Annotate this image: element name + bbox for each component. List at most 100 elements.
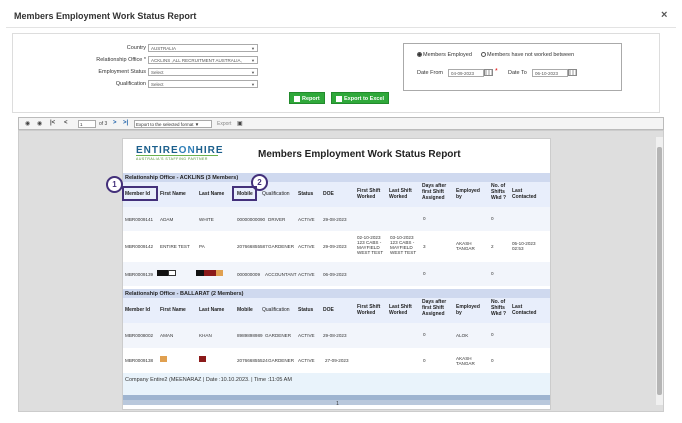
cell-qualification: DRIVER	[268, 217, 286, 222]
cell-mobile: 000000009	[237, 272, 260, 277]
scrollbar-thumb[interactable]	[657, 147, 662, 395]
relationship-office-select[interactable]: ACKLINS ,ALL RECRUITMENT AUSTRALIA, ▼	[148, 56, 258, 64]
prev-page-icon[interactable]: <	[64, 120, 68, 126]
col-employed-by: Employed by	[456, 304, 480, 316]
cell-first-shift: 02-10-2023 123 CABS - MAYFIELD WEST TEST	[357, 235, 384, 255]
cell-status: ACTIVE	[298, 244, 315, 249]
col-status: Status	[298, 191, 314, 197]
col-employed-by: Employed by	[456, 188, 480, 200]
cell-member-id: MBR0009138	[125, 358, 154, 363]
col-last-name: Last Name	[199, 307, 225, 313]
cell-member-id: MBR0008002	[125, 333, 154, 338]
cell-first-name: ENTIRE TEST	[160, 244, 190, 249]
cell-last-name: KHAN	[199, 333, 212, 338]
table-row: MBR0008002 AMAN KHAN 8989898989 GARDENER…	[123, 323, 550, 348]
report-title: Members Employment Work Status Report	[258, 149, 461, 160]
col-mobile: Mobile	[237, 307, 253, 313]
logo-underline	[136, 155, 218, 156]
cell-first-name: AMAN	[160, 333, 174, 338]
cell-doe: 29-08-2023	[323, 217, 347, 222]
cell-qualification: GARDENER	[268, 244, 295, 249]
col-last-contacted: Last Contacted	[512, 188, 537, 200]
cell-qualification: ACCOUNTANT	[265, 272, 297, 277]
print-icon[interactable]: ▣	[237, 120, 243, 127]
report-footer: Company Entire2 (MEENARAZ | Date :10.10.…	[123, 373, 550, 395]
cell-days-after: 0	[423, 358, 426, 363]
country-select[interactable]: AUSTRALIA ▼	[148, 44, 258, 52]
page-footer: 1	[123, 395, 550, 407]
col-days-after: Days after first Shift Assigned	[422, 299, 447, 317]
footer-bar	[123, 395, 550, 400]
col-status: Status	[298, 307, 314, 313]
employment-status-select[interactable]: Select ▼	[148, 68, 258, 76]
annotation-highlight-mobile	[232, 186, 257, 201]
col-days-after: Days after first Shift Assigned	[422, 183, 447, 201]
calendar-icon[interactable]	[568, 69, 577, 76]
page-count: of 3	[99, 121, 108, 127]
cell-doe: 29-08-2023	[323, 333, 347, 338]
export-link[interactable]: Export	[217, 121, 231, 127]
export-format-select[interactable]: Export to the selected format ▼	[134, 120, 212, 128]
country-label: Country	[126, 45, 146, 51]
first-page-icon[interactable]: |<	[50, 120, 55, 126]
cell-last-contacted: 05-10-2023 02:53	[512, 241, 536, 251]
cell-employed-by: ALOK	[456, 333, 469, 338]
report-toolbar: ◉ ◉ |< < 1 of 3 > >| Export to the selec…	[18, 117, 664, 130]
vertical-scrollbar[interactable]	[656, 137, 663, 405]
col-member-id: Member Id	[125, 307, 151, 313]
cell-no-shifts: 0	[491, 332, 494, 337]
redacted-last-name	[196, 270, 223, 277]
report-page: ENTIREONHIRE AUSTRALIA'S STAFFING PARTNE…	[122, 138, 551, 410]
members-not-worked-option[interactable]: Members have not worked between	[481, 52, 574, 58]
cell-days-after: 0	[423, 216, 426, 221]
annotation-highlight-member-id	[122, 186, 158, 201]
table-row: MBR0009138 207666855524 GARDENER ACTIVE …	[123, 348, 550, 373]
table-row: MBR0009141 ADAM WHITE 00000000090 DRIVER…	[123, 207, 550, 231]
col-first-name: First Name	[160, 191, 186, 197]
close-icon[interactable]: ×	[661, 9, 667, 21]
employment-options-box	[403, 43, 622, 91]
radio-icon[interactable]	[481, 52, 486, 58]
col-doe: DOE	[323, 307, 334, 313]
employment-status-label: Employment Status	[98, 69, 146, 75]
date-to-input[interactable]: 06-10-2023	[532, 69, 568, 77]
date-from-input[interactable]: 04-09-2023	[448, 69, 484, 77]
logo-tagline: AUSTRALIA'S STAFFING PARTNER	[136, 157, 208, 161]
annotation-marker-1: 1	[106, 176, 123, 193]
export-excel-button[interactable]: Export to Excel	[331, 92, 390, 104]
calendar-icon[interactable]	[484, 69, 493, 76]
cell-status: ACTIVE	[298, 272, 315, 277]
qualification-select[interactable]: Select ▼	[148, 80, 258, 88]
cell-days-after: 0	[423, 271, 426, 276]
column-header-row: Member Id First Name Last Name Mobile Qu…	[123, 182, 550, 207]
date-to-label: Date To	[508, 70, 527, 76]
col-last-contacted: Last Contacted	[512, 304, 537, 316]
members-employed-option[interactable]: Members Employed	[417, 52, 472, 58]
page-input[interactable]: 1	[78, 120, 96, 128]
cell-member-id: MBR0009139	[125, 272, 154, 277]
cell-status: ACTIVE	[298, 358, 315, 363]
cell-no-shifts: 0	[491, 271, 494, 276]
dialog-title: Members Employment Work Status Report	[14, 11, 197, 21]
redacted-last-name	[199, 356, 206, 363]
col-first-name: First Name	[160, 307, 186, 313]
col-last-shift: Last Shift Worked	[389, 304, 412, 316]
column-header-row: Member Id First Name Last Name Mobile Qu…	[123, 298, 550, 323]
report-icon	[294, 95, 300, 102]
refresh-icon[interactable]: ◉	[25, 120, 30, 127]
cell-qualification: GARDENER	[265, 333, 292, 338]
cell-mobile: 207666855524	[237, 358, 268, 363]
required-mark: *	[495, 68, 498, 75]
table-row: MBR0009142 ENTIRE TEST PA 207666855587 G…	[123, 231, 550, 262]
cell-mobile: 207666855587	[237, 244, 268, 249]
date-from-label: Date From	[417, 70, 443, 76]
cell-status: ACTIVE	[298, 217, 315, 222]
report-button[interactable]: Report	[289, 92, 325, 104]
col-first-shift: First Shift Worked	[357, 304, 381, 316]
last-page-icon[interactable]: >|	[123, 120, 128, 126]
next-page-icon[interactable]: >	[113, 120, 117, 126]
stop-icon[interactable]: ◉	[37, 120, 42, 127]
radio-checked-icon[interactable]	[417, 52, 422, 58]
col-qualification: Qualification	[262, 191, 290, 197]
cell-last-name: PA	[199, 244, 205, 249]
